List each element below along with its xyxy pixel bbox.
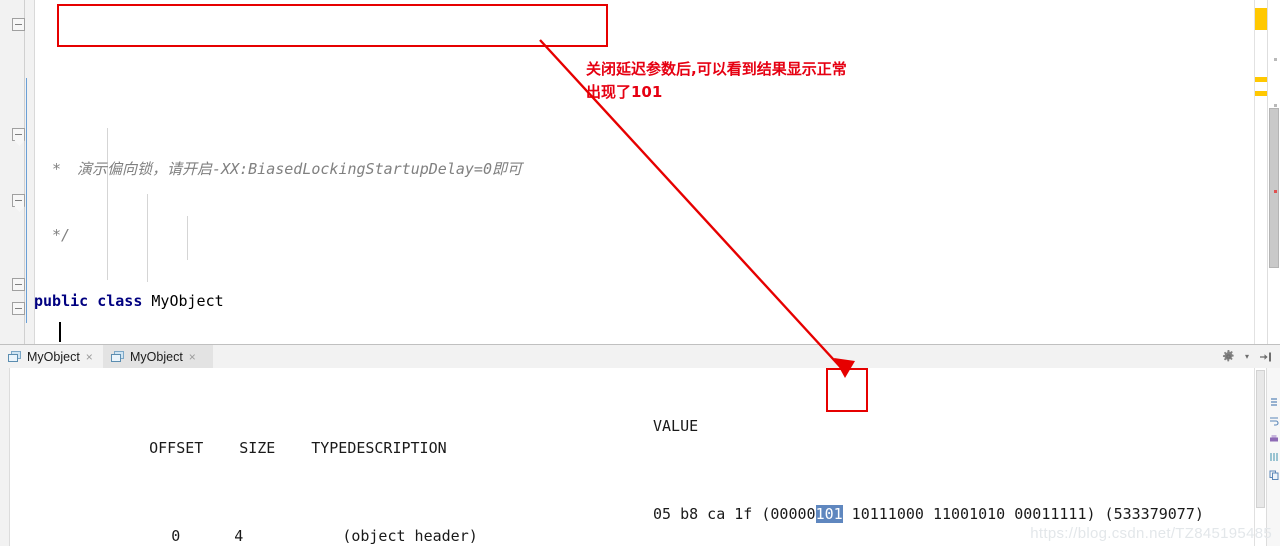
ide-window: * 演示偏向锁，请开启-XX:BiasedLockingStartupDelay=… xyxy=(0,0,1280,546)
highlighted-101[interactable]: 101 xyxy=(815,505,843,523)
console-left-strip xyxy=(0,368,10,546)
code-line-3: public class MyObject xyxy=(34,290,1250,312)
cell-value: 05 b8 ca 1f (00000101 10111000 11001010 … xyxy=(653,503,1204,525)
gutter-divider xyxy=(24,0,25,344)
col-value-header: VALUE xyxy=(653,417,699,435)
comment-box-text: 演示偏向锁，请开启-XX:BiasedLockingStartupDelay=0… xyxy=(77,160,522,178)
console-right-toolbar xyxy=(1266,368,1280,546)
comment-end: */ xyxy=(52,226,71,244)
console-tab-0[interactable]: MyObject × xyxy=(0,345,103,368)
value-prefix: 05 b8 ca 1f (00000 xyxy=(653,505,816,523)
close-icon[interactable]: × xyxy=(189,351,196,363)
run-console-pane: MyObject × MyObject × ▾ OFFSET SIZE TYPE… xyxy=(0,344,1280,546)
console-tab-tools: ▾ xyxy=(1222,345,1272,368)
code-editor-pane[interactable]: * 演示偏向锁，请开启-XX:BiasedLockingStartupDelay=… xyxy=(0,0,1280,344)
class-indent-run-bar xyxy=(26,78,27,323)
fold-marker-comment[interactable] xyxy=(12,18,25,31)
console-tab-1[interactable]: MyObject × xyxy=(103,345,213,368)
scroll-tick-3 xyxy=(1274,190,1277,193)
fold-marker-class-end[interactable] xyxy=(12,302,25,315)
cell-size: 4 xyxy=(234,527,244,545)
scroll-tick-1 xyxy=(1274,58,1277,61)
watermark: https://blog.csdn.net/TZ845195485 xyxy=(1030,525,1272,542)
gear-icon[interactable] xyxy=(1222,350,1235,363)
editor-vertical-scrollbar[interactable] xyxy=(1267,0,1280,344)
col-type-header: TYPE xyxy=(311,439,348,457)
class-file-icon xyxy=(111,350,124,363)
chevron-down-icon[interactable]: ▾ xyxy=(1245,352,1249,361)
console-tab-label: MyObject xyxy=(130,349,183,364)
indent-guide-1 xyxy=(107,128,108,280)
editor-scrollbar-thumb[interactable] xyxy=(1269,108,1279,268)
hide-panel-icon[interactable] xyxy=(1259,351,1272,363)
clear-all-icon[interactable] xyxy=(1267,448,1280,466)
annotation-text: 关闭延迟参数后,可以看到结果显示正常 出现了101 xyxy=(586,60,847,101)
fold-marker-block-end[interactable] xyxy=(12,278,25,291)
code-line-1: * 演示偏向锁，请开启-XX:BiasedLockingStartupDelay=… xyxy=(34,158,1250,180)
comment-star: * xyxy=(52,160,62,178)
col-offset-header: OFFSET xyxy=(149,439,204,457)
table-row: 0 4 (object header) 05 b8 ca 1f (00000101 … xyxy=(10,503,1204,545)
scroll-tick-2 xyxy=(1274,104,1277,107)
text-caret xyxy=(59,322,61,342)
scroll-to-end-icon[interactable] xyxy=(1267,394,1280,412)
class-file-icon xyxy=(8,350,21,363)
console-output-text: OFFSET SIZE TYPEDESCRIPTION VALUE 0 4 (objec… xyxy=(10,368,1204,546)
editor-gutter[interactable] xyxy=(0,0,35,344)
console-tab-label: MyObject xyxy=(27,349,80,364)
close-icon[interactable]: × xyxy=(86,351,93,363)
fold-marker-method[interactable] xyxy=(12,128,25,141)
col-size-header: SIZE xyxy=(239,439,276,457)
console-scrollbar-thumb[interactable] xyxy=(1256,370,1265,508)
kw-public-class: public class xyxy=(34,292,152,310)
code-text[interactable]: * 演示偏向锁，请开启-XX:BiasedLockingStartupDelay=… xyxy=(34,0,1250,344)
value-suffix: 10111000 11001010 00011111) (533379077) xyxy=(842,505,1204,523)
soft-wrap-icon[interactable] xyxy=(1267,412,1280,430)
class-name: MyObject xyxy=(151,292,224,310)
code-line-2: */ xyxy=(34,224,1250,246)
col-description-header: DESCRIPTION xyxy=(347,439,447,457)
console-tabbar: MyObject × MyObject × ▾ xyxy=(0,345,1280,369)
console-output-body[interactable]: OFFSET SIZE TYPEDESCRIPTION VALUE 0 4 (objec… xyxy=(0,368,1280,546)
copy-icon[interactable] xyxy=(1267,466,1280,484)
cell-offset: 0 xyxy=(171,527,181,545)
print-icon[interactable] xyxy=(1267,430,1280,448)
fold-marker-lambda[interactable] xyxy=(12,194,25,207)
cell-description: (object header) xyxy=(342,527,478,545)
editor-marker-bar[interactable] xyxy=(1254,0,1268,344)
console-header-row: OFFSET SIZE TYPEDESCRIPTION VALUE xyxy=(10,415,699,457)
